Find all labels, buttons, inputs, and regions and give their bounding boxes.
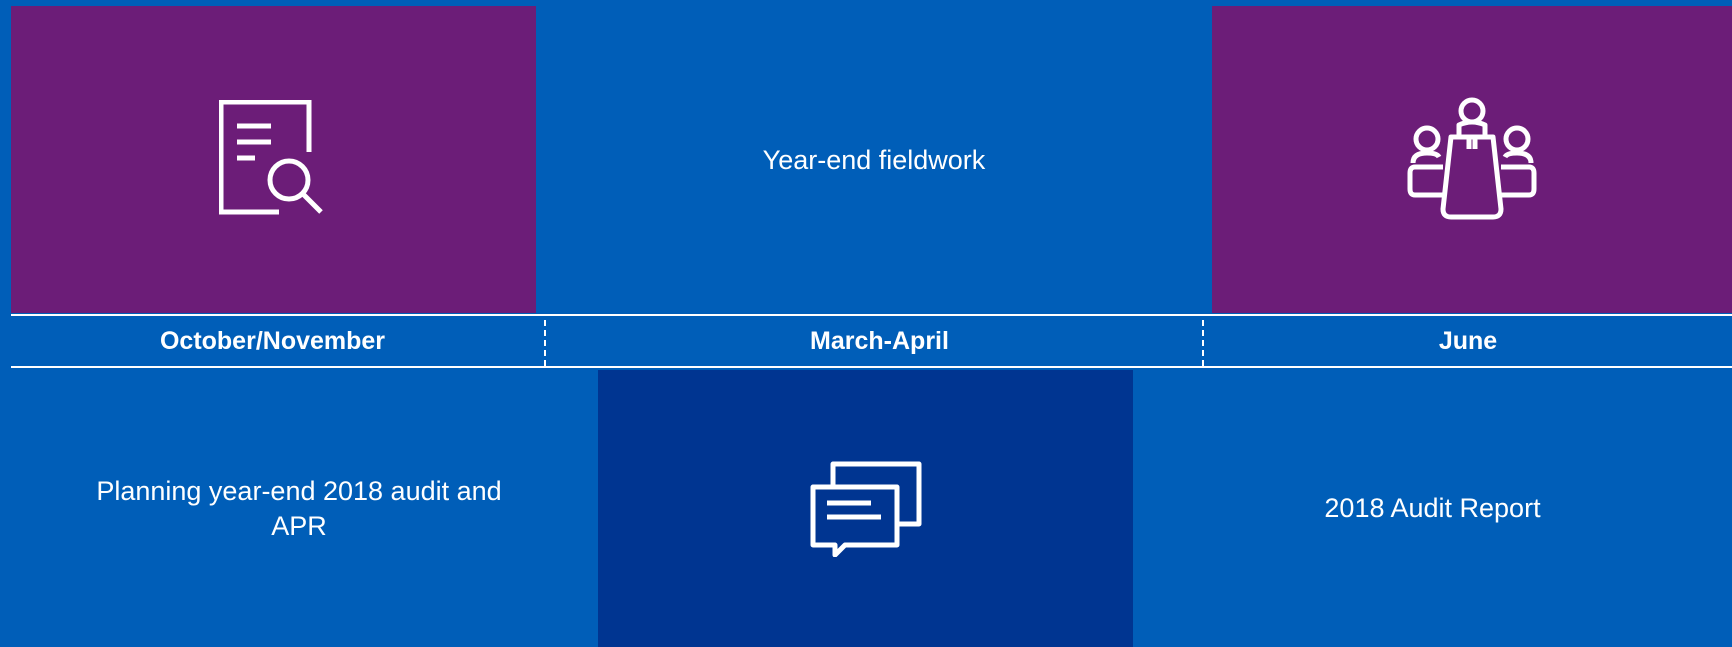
planning-icon-panel <box>11 6 536 313</box>
fieldwork-panel: Year-end fieldwork <box>536 6 1212 313</box>
report-icon-panel <box>1212 6 1732 313</box>
chat-bubbles-icon <box>809 461 923 557</box>
planning-text: Planning year-end 2018 audit and APR <box>96 475 502 541</box>
report-text: 2018 Audit Report <box>1324 493 1541 523</box>
meeting-table-icon <box>1407 97 1537 223</box>
timeline-label-october-november: October/November <box>159 326 386 355</box>
fieldwork-icon-panel <box>598 370 1133 647</box>
timeline-band: October/November March-April June <box>11 314 1732 368</box>
report-text-panel: 2018 Audit Report <box>1133 370 1732 647</box>
timeline-label-march-april: March-April <box>810 326 949 355</box>
planning-text-panel: Planning year-end 2018 audit and APR <box>0 370 598 647</box>
fieldwork-text: Year-end fieldwork <box>762 144 986 175</box>
timeline-label-june: June <box>1438 326 1498 355</box>
document-search-icon <box>218 99 329 220</box>
